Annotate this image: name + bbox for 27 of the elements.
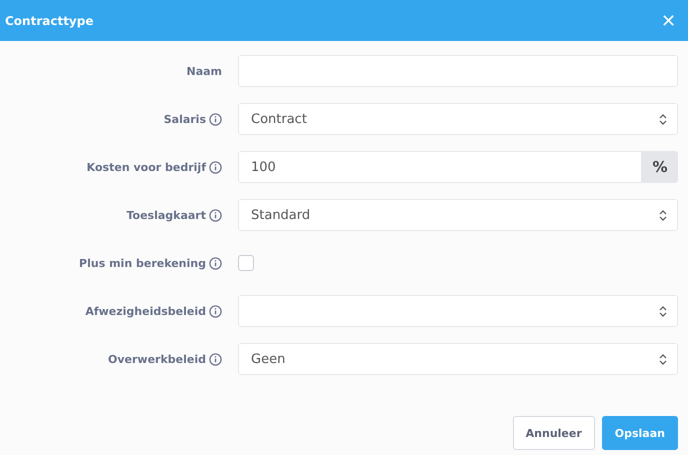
select-field[interactable]: Standard: [238, 199, 678, 231]
field-label: Salaris: [164, 112, 206, 126]
select-field[interactable]: Geen: [238, 343, 678, 375]
caret-icon: [659, 114, 667, 124]
field-label: Naam: [186, 64, 222, 78]
info-icon: [209, 160, 222, 174]
text-field[interactable]: [238, 55, 678, 87]
caret-icon: [659, 306, 667, 316]
field-label: Overwerkbeleid: [108, 352, 206, 366]
field-label: Kosten voor bedrijf: [86, 160, 206, 174]
info-icon: [209, 352, 222, 366]
checkbox[interactable]: [238, 255, 254, 271]
percent-addon: %: [642, 151, 678, 183]
field-label: Toeslagkaart: [126, 208, 206, 222]
dialog-title: Contracttype: [5, 14, 94, 28]
field-label: Plus min berekening: [79, 256, 206, 270]
caret-icon: [659, 354, 667, 364]
info-icon: [209, 256, 222, 270]
caret-icon: [659, 210, 667, 220]
field-label: Afwezigheidsbeleid: [85, 304, 206, 318]
select-field[interactable]: [238, 295, 678, 327]
number-field[interactable]: 100: [238, 151, 642, 183]
select-field[interactable]: Contract: [238, 103, 678, 135]
info-icon: [209, 112, 222, 126]
info-icon: [209, 304, 222, 318]
info-icon: [209, 208, 222, 222]
cancel-button[interactable]: Annuleer: [512, 416, 595, 450]
